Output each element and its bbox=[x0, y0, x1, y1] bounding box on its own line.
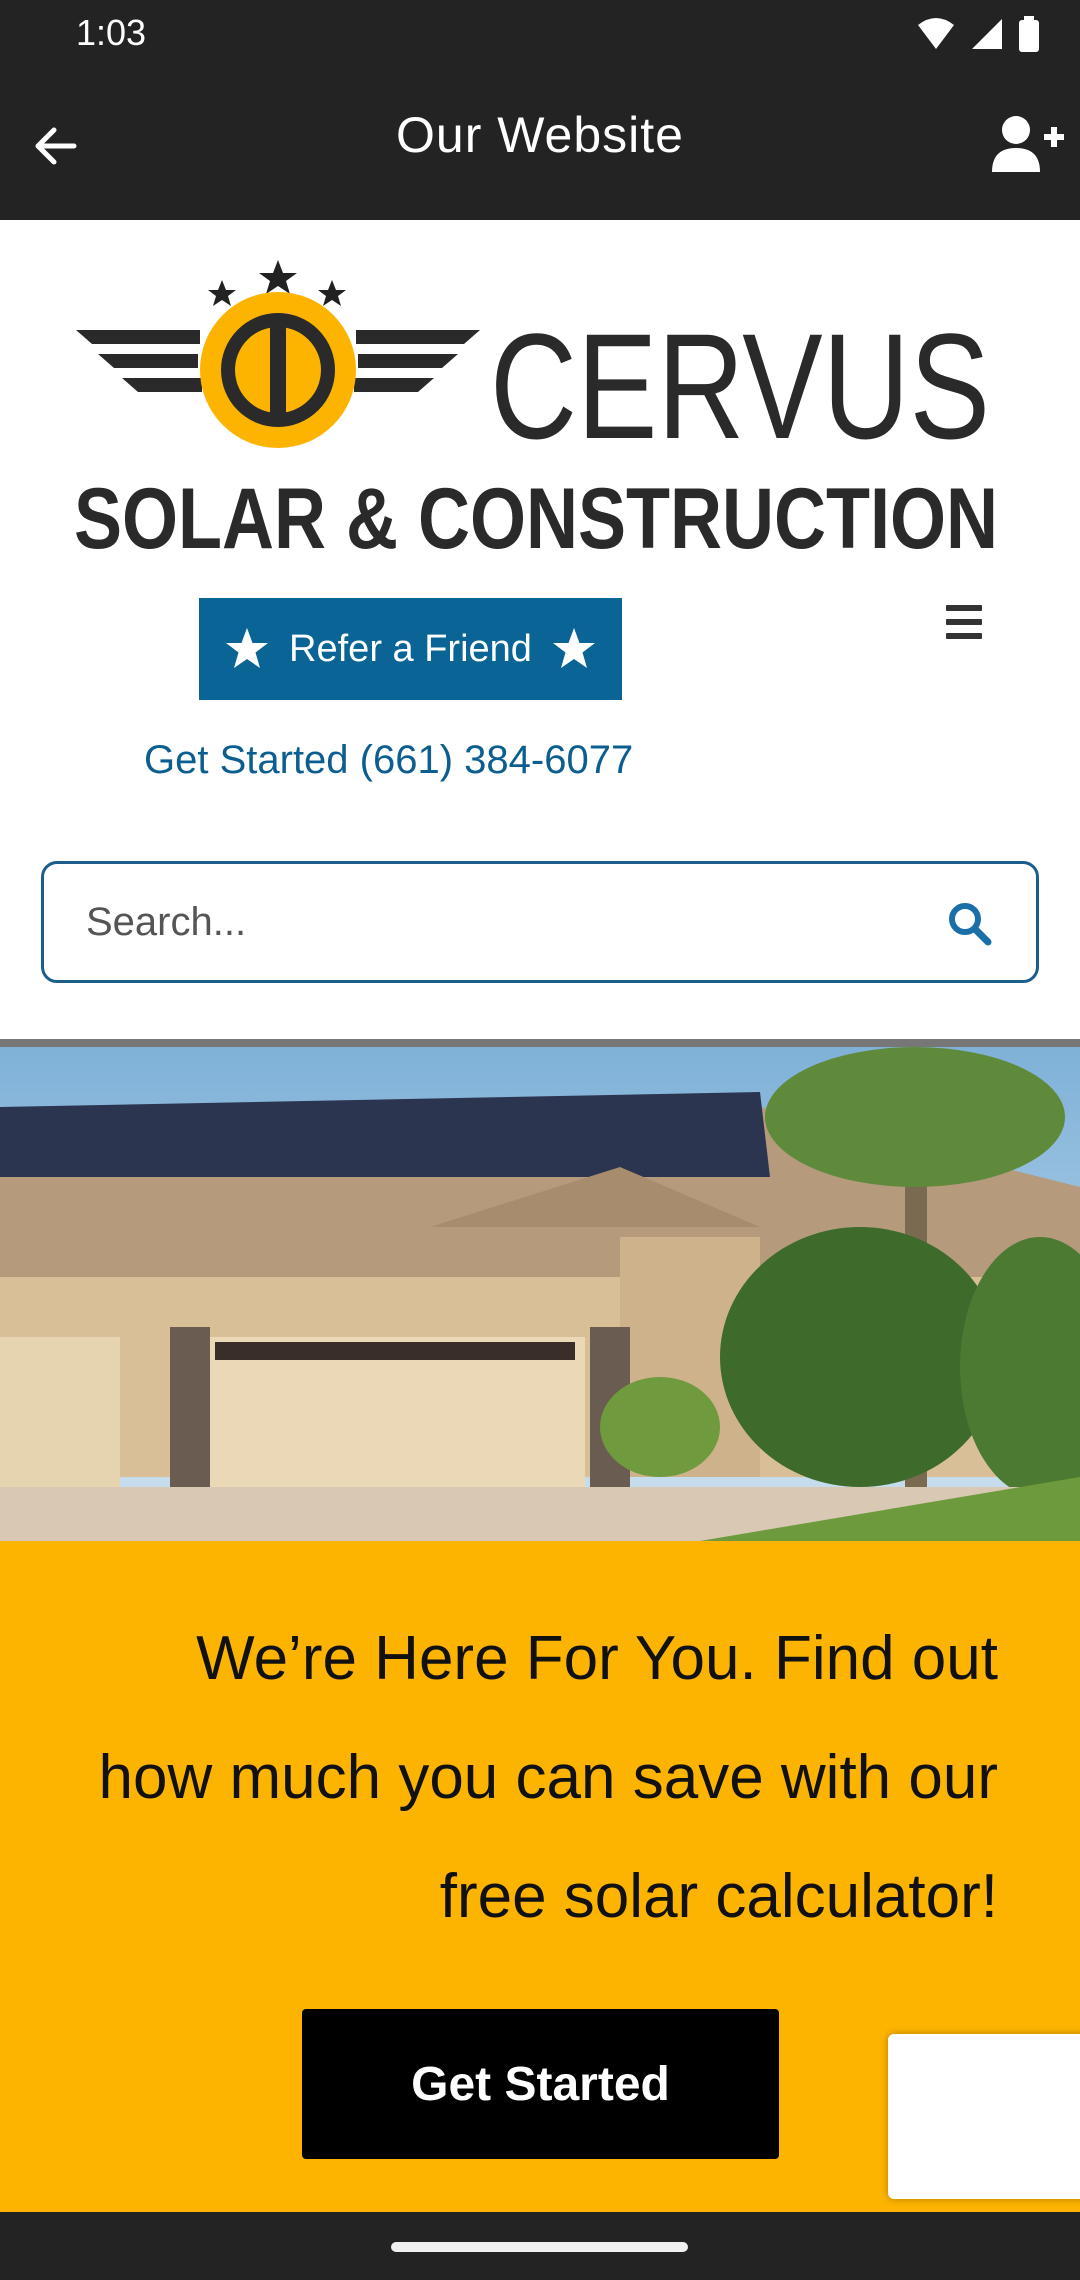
refer-a-friend-label: Refer a Friend bbox=[289, 627, 532, 670]
status-icons bbox=[916, 16, 1040, 52]
cervus-logo[interactable]: CERVUS SOLAR & CONSTRUCTION bbox=[70, 260, 1000, 550]
webview: CERVUS SOLAR & CONSTRUCTION Refer a Frie… bbox=[0, 220, 1080, 2212]
battery-icon bbox=[1019, 16, 1039, 52]
logo-star bbox=[318, 280, 346, 306]
add-user-icon[interactable] bbox=[986, 106, 1066, 186]
logo-text-cervus: CERVUS bbox=[490, 302, 990, 470]
get-started-button[interactable]: Get Started bbox=[302, 2009, 779, 2159]
home-gesture-handle[interactable] bbox=[391, 2242, 688, 2252]
star-icon bbox=[226, 628, 269, 668]
cell-signal-icon bbox=[972, 19, 1002, 49]
screen: 1:03 Our Website CERVUS SOLAR & CONSTRUC… bbox=[0, 0, 1080, 2280]
status-time: 1:03 bbox=[76, 12, 147, 53]
app-bar: Our Website bbox=[0, 70, 1080, 220]
logo-text-solar-construction: SOLAR & CONSTRUCTION bbox=[74, 471, 998, 550]
refer-a-friend-button[interactable]: Refer a Friend bbox=[199, 598, 622, 700]
system-navigation-bar bbox=[0, 2212, 1080, 2280]
logo-star bbox=[208, 280, 236, 306]
search-input[interactable]: Search... bbox=[41, 861, 1039, 983]
hamburger-menu-icon[interactable] bbox=[946, 605, 982, 639]
app-bar-title: Our Website bbox=[396, 107, 684, 163]
search-placeholder: Search... bbox=[86, 900, 247, 944]
get-started-phone-link[interactable]: Get Started (661) 384-6077 bbox=[144, 738, 633, 783]
wifi-icon bbox=[918, 18, 954, 49]
section-divider bbox=[0, 1039, 1080, 1047]
star-icon bbox=[552, 628, 595, 668]
hero-house-image bbox=[0, 1047, 1080, 1541]
status-bar: 1:03 bbox=[0, 0, 1080, 70]
search-icon[interactable] bbox=[946, 900, 992, 946]
solar-calculator-banner: We’re Here For You. Find out how much yo… bbox=[0, 1541, 1080, 2212]
logo-star bbox=[259, 260, 297, 294]
floating-widget[interactable] bbox=[888, 2034, 1080, 2199]
promo-text: We’re Here For You. Find out how much yo… bbox=[98, 1624, 998, 1931]
